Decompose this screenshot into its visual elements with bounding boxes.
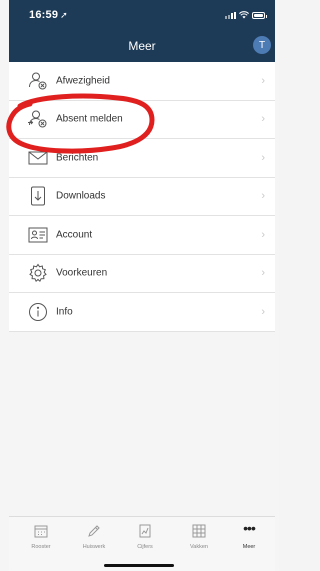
chart-icon [139,524,151,538]
home-indicator[interactable] [104,564,174,567]
gear-icon [27,262,49,284]
tab-huiswerk[interactable]: Huiswerk [72,523,116,550]
envelope-icon [27,147,49,169]
menu-item-berichten[interactable]: Berichten › [9,139,275,178]
chevron-right-icon: › [261,151,265,164]
chevron-right-icon: › [261,228,265,241]
signal-icon [225,11,236,19]
screen: 16:59 ➚ Meer T Afwezigheid › Absent meld… [0,0,279,571]
menu-item-label: Info [56,306,73,318]
status-time: 16:59 ➚ [29,9,68,21]
tab-label: Huiswerk [82,544,106,550]
menu-item-label: Account [56,229,93,241]
tab-vakken[interactable]: Vakken [177,523,221,550]
tab-label: Vakken [190,544,208,550]
chevron-right-icon: › [261,305,265,318]
tab-label: Cijfers [137,544,153,550]
menu-item-label: Downloads [56,190,106,202]
page-title: Meer [128,39,156,53]
status-indicators [225,11,267,19]
person-report-icon [27,108,49,130]
grid-icon [192,524,206,538]
chevron-right-icon: › [261,190,265,203]
chevron-right-icon: › [261,74,265,87]
tab-label: Meer [242,544,256,550]
menu-item-afwezigheid[interactable]: Afwezigheid › [9,62,275,101]
menu-item-absent-melden[interactable]: Absent melden › [9,101,275,139]
menu-item-downloads[interactable]: Downloads › [9,178,275,216]
menu-item-label: Berichten [56,152,99,164]
tab-meer[interactable]: ••• Meer [227,520,271,550]
pencil-icon [88,525,100,537]
wifi-icon [239,11,249,19]
person-x-icon [27,70,49,92]
battery-icon [252,11,267,19]
id-card-icon [27,224,49,246]
avatar[interactable]: T [253,36,271,54]
calendar-icon [34,525,48,538]
tab-cijfers[interactable]: Cijfers [123,523,167,550]
more-icon: ••• [243,520,256,536]
info-icon [27,301,49,323]
chevron-right-icon: › [261,267,265,280]
menu-item-label: Afwezigheid [56,75,110,87]
menu-item-voorkeuren[interactable]: Voorkeuren › [9,255,275,293]
header: 16:59 ➚ Meer T [9,0,275,62]
menu-item-label: Voorkeuren [56,267,108,279]
tab-label: Rooster [31,544,51,550]
menu-item-account[interactable]: Account › [9,216,275,255]
menu-item-info[interactable]: Info › [9,293,275,332]
download-icon [27,185,49,207]
tab-rooster[interactable]: Rooster [19,523,63,550]
chevron-right-icon: › [261,113,265,126]
menu-list: Afwezigheid › Absent melden › Berichten … [9,62,275,332]
tab-bar: Rooster Huiswerk Cijfers Vakken ••• Meer [9,516,275,571]
location-icon: ➚ [60,10,68,20]
menu-item-label: Absent melden [56,113,123,125]
